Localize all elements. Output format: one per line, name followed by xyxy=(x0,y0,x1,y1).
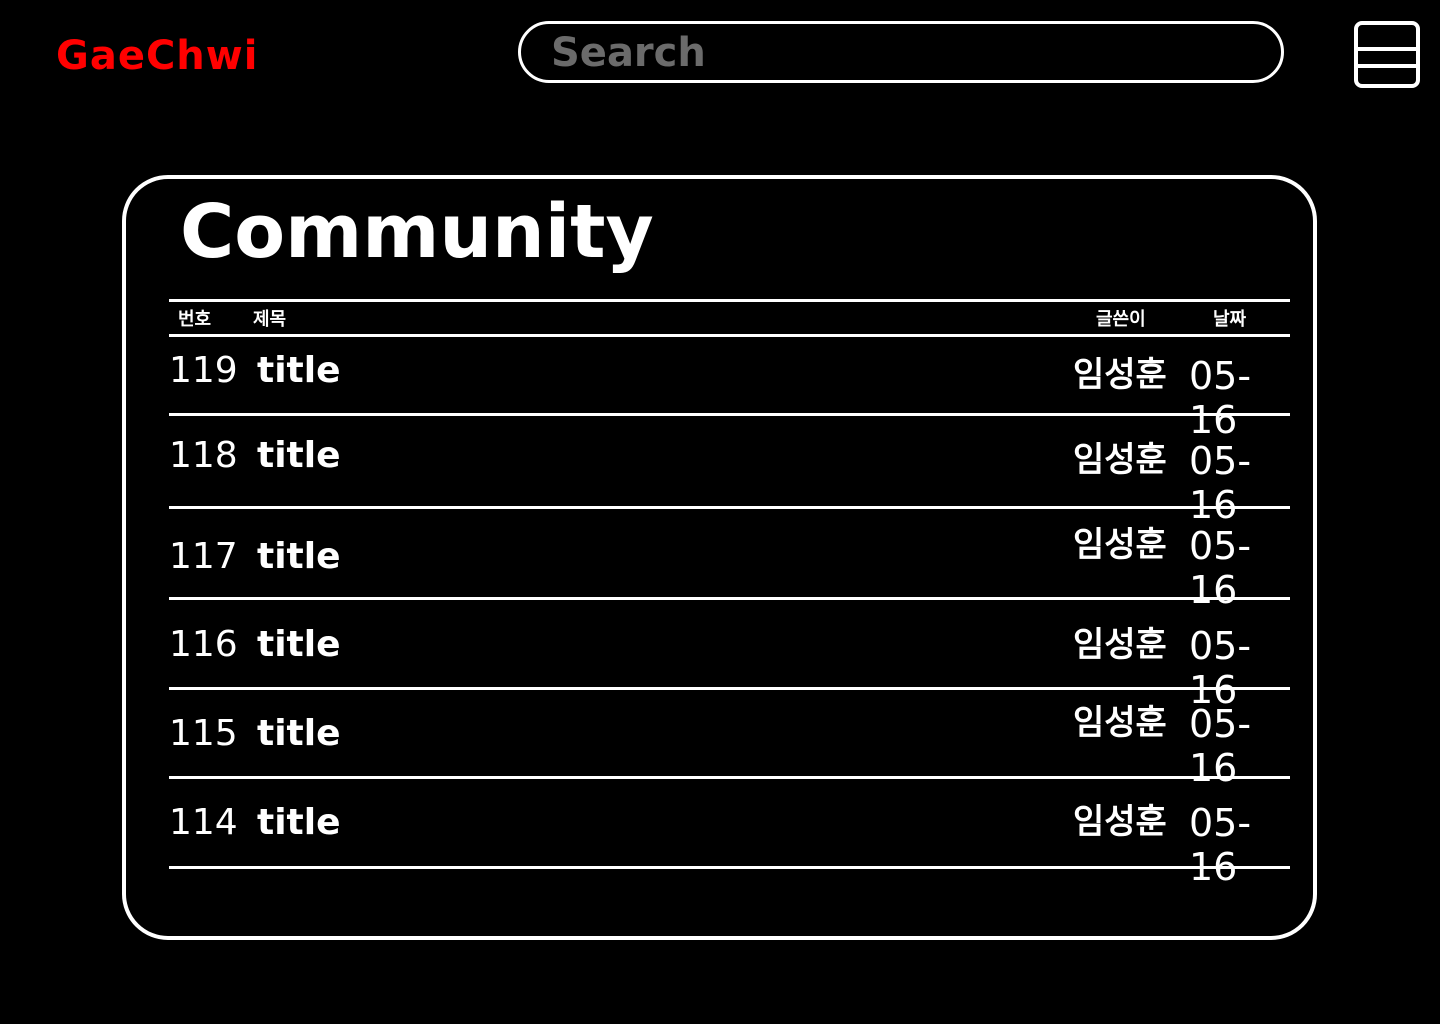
post-row[interactable]: 119 title 임성훈 05-16 xyxy=(169,346,1299,442)
post-author: 임성훈 xyxy=(1073,625,1167,665)
post-title[interactable]: title xyxy=(257,623,341,667)
column-header-date: 날짜 xyxy=(1213,309,1247,330)
post-title[interactable]: title xyxy=(257,434,341,478)
column-header-number: 번호 xyxy=(178,309,212,330)
page-title: Community xyxy=(180,189,654,275)
menu-divider-top xyxy=(1358,47,1416,51)
post-title[interactable]: title xyxy=(257,801,341,845)
row-divider xyxy=(169,776,1290,779)
post-number: 114 xyxy=(169,802,238,843)
row-divider xyxy=(169,597,1290,600)
post-row[interactable]: 116 title 임성훈 05-16 xyxy=(169,620,1299,712)
post-date: 05-16 xyxy=(1189,624,1252,712)
post-author: 임성훈 xyxy=(1073,802,1167,842)
menu-button[interactable] xyxy=(1354,21,1420,88)
search-bar[interactable] xyxy=(518,21,1284,83)
post-author: 임성훈 xyxy=(1073,440,1167,480)
post-author: 임성훈 xyxy=(1073,525,1167,565)
post-date: 05-16 xyxy=(1189,439,1252,527)
post-number: 115 xyxy=(169,713,238,754)
site-logo[interactable]: GaeChwi xyxy=(56,30,258,82)
row-divider xyxy=(169,506,1290,509)
column-header-subject: 제목 xyxy=(253,309,287,330)
post-date: 05-16 xyxy=(1189,354,1252,442)
search-input[interactable] xyxy=(551,30,1251,76)
post-row[interactable]: 114 title 임성훈 05-16 xyxy=(169,798,1299,889)
post-date: 05-16 xyxy=(1189,801,1252,889)
menu-divider-bottom xyxy=(1358,64,1416,68)
post-number: 117 xyxy=(169,536,238,577)
post-row[interactable]: 115 title 임성훈 05-16 xyxy=(169,700,1299,790)
table-header-top-divider xyxy=(169,299,1290,302)
post-number: 118 xyxy=(169,435,238,476)
column-header-author: 글쓴이 xyxy=(1096,309,1146,330)
post-row[interactable]: 117 title 임성훈 05-16 xyxy=(169,520,1299,612)
post-author: 임성훈 xyxy=(1073,355,1167,395)
table-header-bottom-divider xyxy=(169,334,1290,337)
post-title[interactable]: title xyxy=(257,349,341,393)
post-number: 119 xyxy=(169,350,238,391)
post-title[interactable]: title xyxy=(257,712,341,756)
post-title[interactable]: title xyxy=(257,535,341,579)
post-author: 임성훈 xyxy=(1073,703,1167,743)
row-divider xyxy=(169,413,1290,416)
row-divider xyxy=(169,866,1290,869)
row-divider xyxy=(169,687,1290,690)
post-row[interactable]: 118 title 임성훈 05-16 xyxy=(169,431,1299,527)
post-number: 116 xyxy=(169,624,238,665)
